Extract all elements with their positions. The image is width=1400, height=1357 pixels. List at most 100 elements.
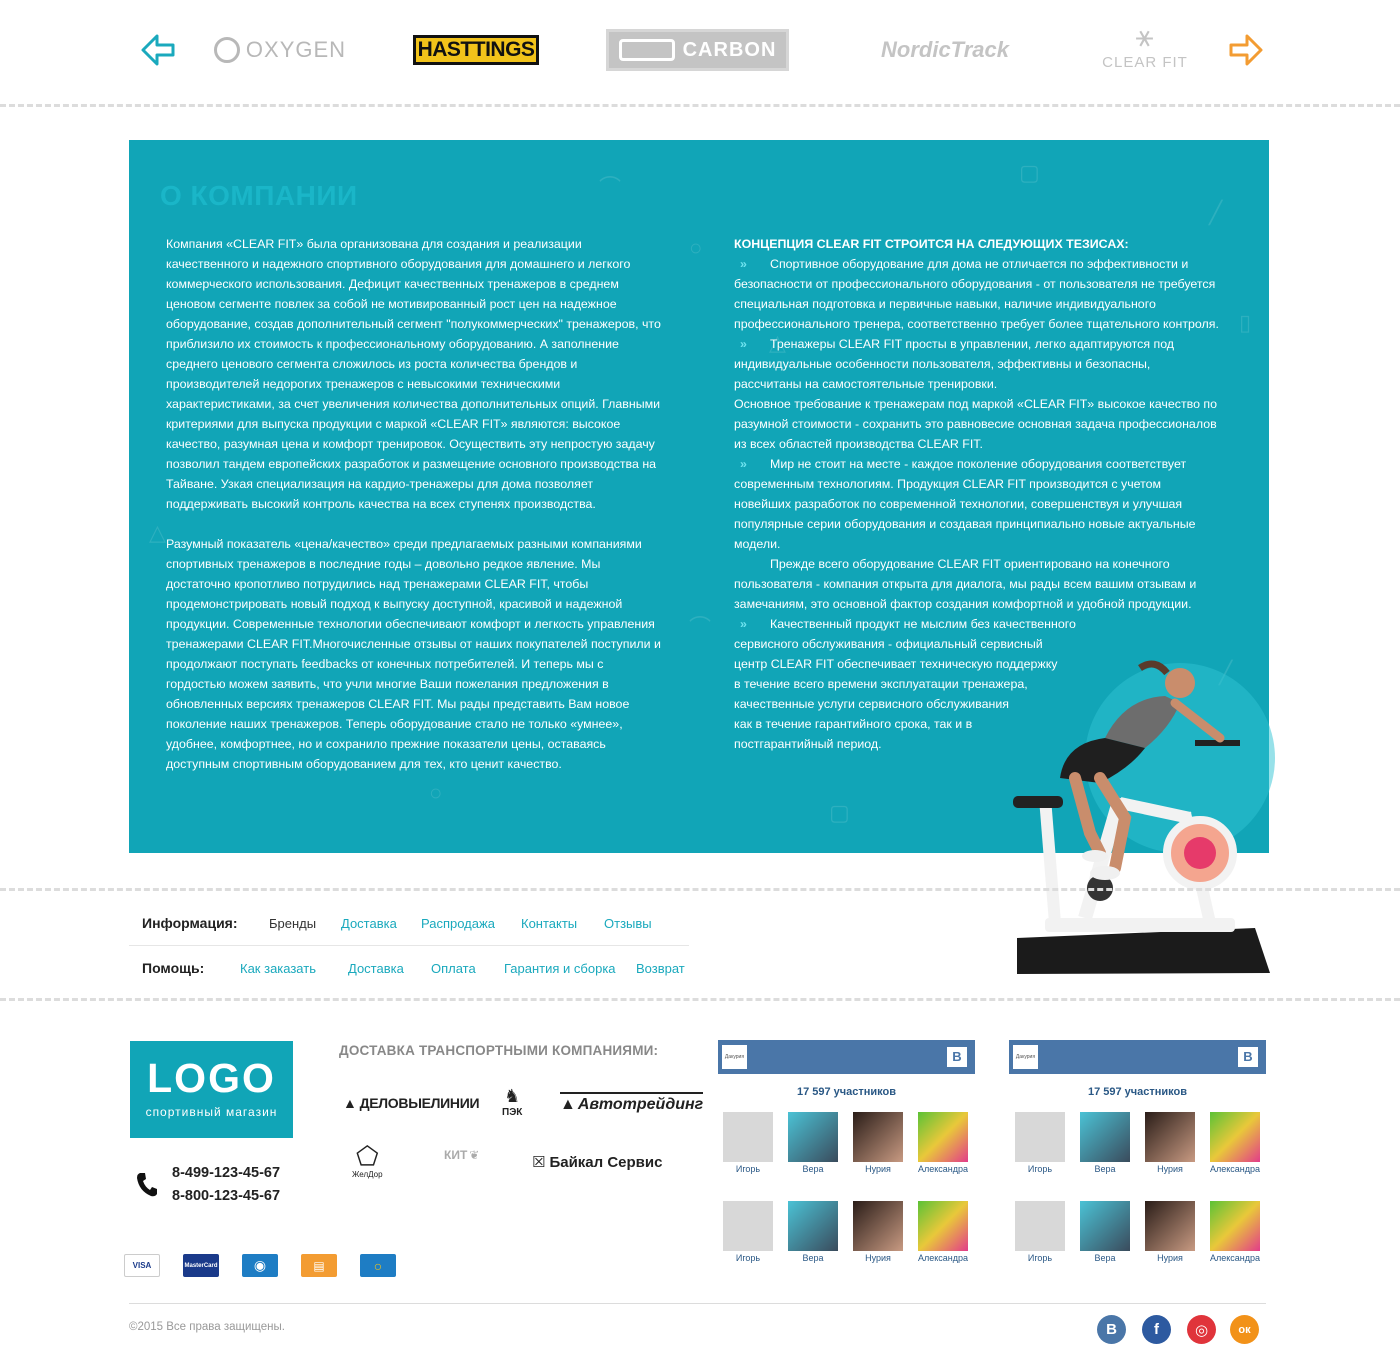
- brand-logo-carbon[interactable]: CARBON: [606, 29, 789, 71]
- nav-divider: [129, 945, 689, 946]
- vk-member[interactable]: Вера: [1075, 1201, 1135, 1263]
- vk-member[interactable]: Игорь: [1010, 1112, 1070, 1174]
- vk-widget-header: Дакурия B: [1009, 1040, 1266, 1074]
- vk-widget[interactable]: Дакурия B 17 597 участников Игорь Вера Н…: [1009, 1040, 1266, 1298]
- vk-member[interactable]: Игорь: [718, 1112, 778, 1174]
- yandex-money-icon: ▤: [301, 1254, 337, 1277]
- vk-member[interactable]: Игорь: [1010, 1201, 1070, 1263]
- footer-divider: [129, 1303, 1266, 1304]
- avatar: [788, 1112, 838, 1162]
- thesis-text: Тренажеры CLEAR FIT просты в управлении,…: [734, 337, 1175, 391]
- double-chevron-icon: »: [740, 457, 747, 471]
- phone-number[interactable]: 8-499-123-45-67: [172, 1162, 280, 1185]
- vk-member[interactable]: Вера: [1075, 1112, 1135, 1174]
- arrow-right-icon[interactable]: [1228, 32, 1264, 68]
- horse-icon: ♞: [504, 1086, 521, 1106]
- vk-member[interactable]: Вера: [783, 1201, 843, 1263]
- phone-number[interactable]: 8-800-123-45-67: [172, 1185, 280, 1208]
- nav-link-return[interactable]: Возврат: [636, 961, 685, 976]
- avatar: [853, 1201, 903, 1251]
- oxygen-ring-icon: [213, 37, 240, 63]
- carrier-baikal-servis[interactable]: ☒ Байкал Сервис: [532, 1153, 662, 1172]
- avatar: [1080, 1201, 1130, 1251]
- vk-member[interactable]: Александра: [913, 1112, 973, 1174]
- brand-logo-oxygen[interactable]: OXYGEN: [210, 28, 350, 72]
- carrier-kit[interactable]: КИТ ❦: [444, 1148, 479, 1162]
- brand-carousel: OXYGEN HASTTINGS CARBON NordicTrack ⚹ CL…: [0, 0, 1400, 100]
- thesis-text: Основное требование к тренажерам под мар…: [734, 397, 1218, 451]
- section-divider: [0, 888, 1400, 891]
- carbon-cf-icon: [618, 39, 675, 61]
- avatar: [788, 1201, 838, 1251]
- vk-icon[interactable]: B: [947, 1047, 967, 1067]
- odnoklassniki-icon[interactable]: ок: [1230, 1315, 1259, 1344]
- avatar: [853, 1112, 903, 1162]
- nav-link-contacts[interactable]: Контакты: [521, 916, 577, 931]
- arrow-left-icon[interactable]: [140, 32, 176, 68]
- logo-text: LOGO: [147, 1055, 276, 1101]
- nav-link-brands[interactable]: Бренды: [269, 916, 316, 931]
- avatar: [723, 1201, 773, 1251]
- vk-member[interactable]: Нурия: [848, 1112, 908, 1174]
- theses-title: КОНЦЕПЦИЯ CLEAR FIT СТРОИТСЯ НА СЛЕДУЮЩИ…: [734, 237, 1129, 251]
- info-label: Информация:: [142, 915, 238, 931]
- triangle-icon: ▲: [343, 1095, 357, 1111]
- instagram-icon[interactable]: ◎: [1187, 1315, 1216, 1344]
- thesis-text: Прежде всего оборудование CLEAR FIT орие…: [734, 557, 1197, 611]
- vk-member[interactable]: Вера: [783, 1112, 843, 1174]
- thesis-text: Спортивное оборудование для дома не отли…: [734, 257, 1219, 331]
- about-title: О КОМПАНИИ: [160, 180, 358, 211]
- vk-group-avatar: Дакурия: [1013, 1045, 1038, 1069]
- vk-icon[interactable]: B: [1238, 1047, 1258, 1067]
- brand-logo-clearfit[interactable]: ⚹ CLEAR FIT: [1095, 14, 1195, 76]
- vk-member[interactable]: Нурия: [848, 1201, 908, 1263]
- vk-member[interactable]: Александра: [913, 1201, 973, 1263]
- brand-logo-hasttings[interactable]: HASTTINGS: [413, 35, 539, 65]
- brand-logo-nordictrack[interactable]: NordicTrack: [845, 28, 1045, 72]
- nav-link-how-to-order[interactable]: Как заказать: [240, 961, 316, 976]
- double-chevron-icon: »: [740, 617, 747, 631]
- carrier-zheldor[interactable]: ⬠ ЖелДор: [352, 1142, 383, 1179]
- vk-member[interactable]: Нурия: [1140, 1201, 1200, 1263]
- payment-methods: VISA MasterCard ◉ ▤ ○: [124, 1254, 419, 1277]
- vk-icon[interactable]: B: [1097, 1315, 1126, 1344]
- vk-member[interactable]: Александра: [1205, 1201, 1265, 1263]
- nav-link-reviews[interactable]: Отзывы: [604, 916, 652, 931]
- nav-link-warranty[interactable]: Гарантия и сборка: [504, 961, 616, 976]
- leaf-icon: ❦: [469, 1148, 480, 1162]
- avatar: [1015, 1112, 1065, 1162]
- facebook-icon[interactable]: f: [1142, 1315, 1171, 1344]
- baikal-box-icon: ☒: [532, 1154, 546, 1171]
- carrier-avtotreiding[interactable]: ▲ Автотрейдинг: [560, 1092, 704, 1114]
- carrier-pek[interactable]: ♞ ПЭК: [502, 1086, 522, 1118]
- logo-subtitle: спортивный магазин: [145, 1105, 278, 1119]
- about-text-left: Компания «CLEAR FIT» была организована д…: [166, 234, 666, 774]
- clearfit-figure-icon: ⚹: [1135, 19, 1155, 53]
- nav-link-payment[interactable]: Оплата: [431, 961, 476, 976]
- section-divider: [0, 998, 1400, 1001]
- avatar: [1145, 1112, 1195, 1162]
- thesis-text: Качественный продукт не мыслим без качес…: [770, 617, 1076, 631]
- carrier-delovye-linii[interactable]: ▲ ДЕЛОВЫЕЛИНИИ: [343, 1095, 480, 1111]
- nav-link-delivery[interactable]: Доставка: [341, 916, 397, 931]
- mastercard-icon: MasterCard: [183, 1254, 219, 1277]
- vk-member-count: 17 597 участников: [796, 1086, 897, 1098]
- visa-icon: VISA: [124, 1254, 160, 1277]
- webmoney-icon: ◉: [242, 1254, 278, 1277]
- avatar: [1015, 1201, 1065, 1251]
- about-paragraph: Компания «CLEAR FIT» была организована д…: [166, 237, 661, 511]
- vk-member[interactable]: Нурия: [1140, 1112, 1200, 1174]
- nav-link-sale[interactable]: Распродажа: [421, 916, 495, 931]
- section-divider: [0, 104, 1400, 107]
- avto-icon: ▲: [560, 1096, 576, 1113]
- vk-member[interactable]: Александра: [1205, 1112, 1265, 1174]
- vk-widget[interactable]: Дакурия B 17 597 участников Игорь Вера Н…: [718, 1040, 975, 1298]
- site-logo[interactable]: LOGO спортивный магазин: [130, 1041, 293, 1138]
- vk-member[interactable]: Игорь: [718, 1201, 778, 1263]
- nav-link-delivery-help[interactable]: Доставка: [348, 961, 404, 976]
- avatar: [1145, 1201, 1195, 1251]
- thesis-text: Мир не стоит на месте - каждое поколение…: [734, 457, 1196, 551]
- vk-widget-header: Дакурия B: [718, 1040, 975, 1074]
- vk-member-count: 17 597 участников: [1087, 1086, 1188, 1098]
- avatar: [1210, 1112, 1260, 1162]
